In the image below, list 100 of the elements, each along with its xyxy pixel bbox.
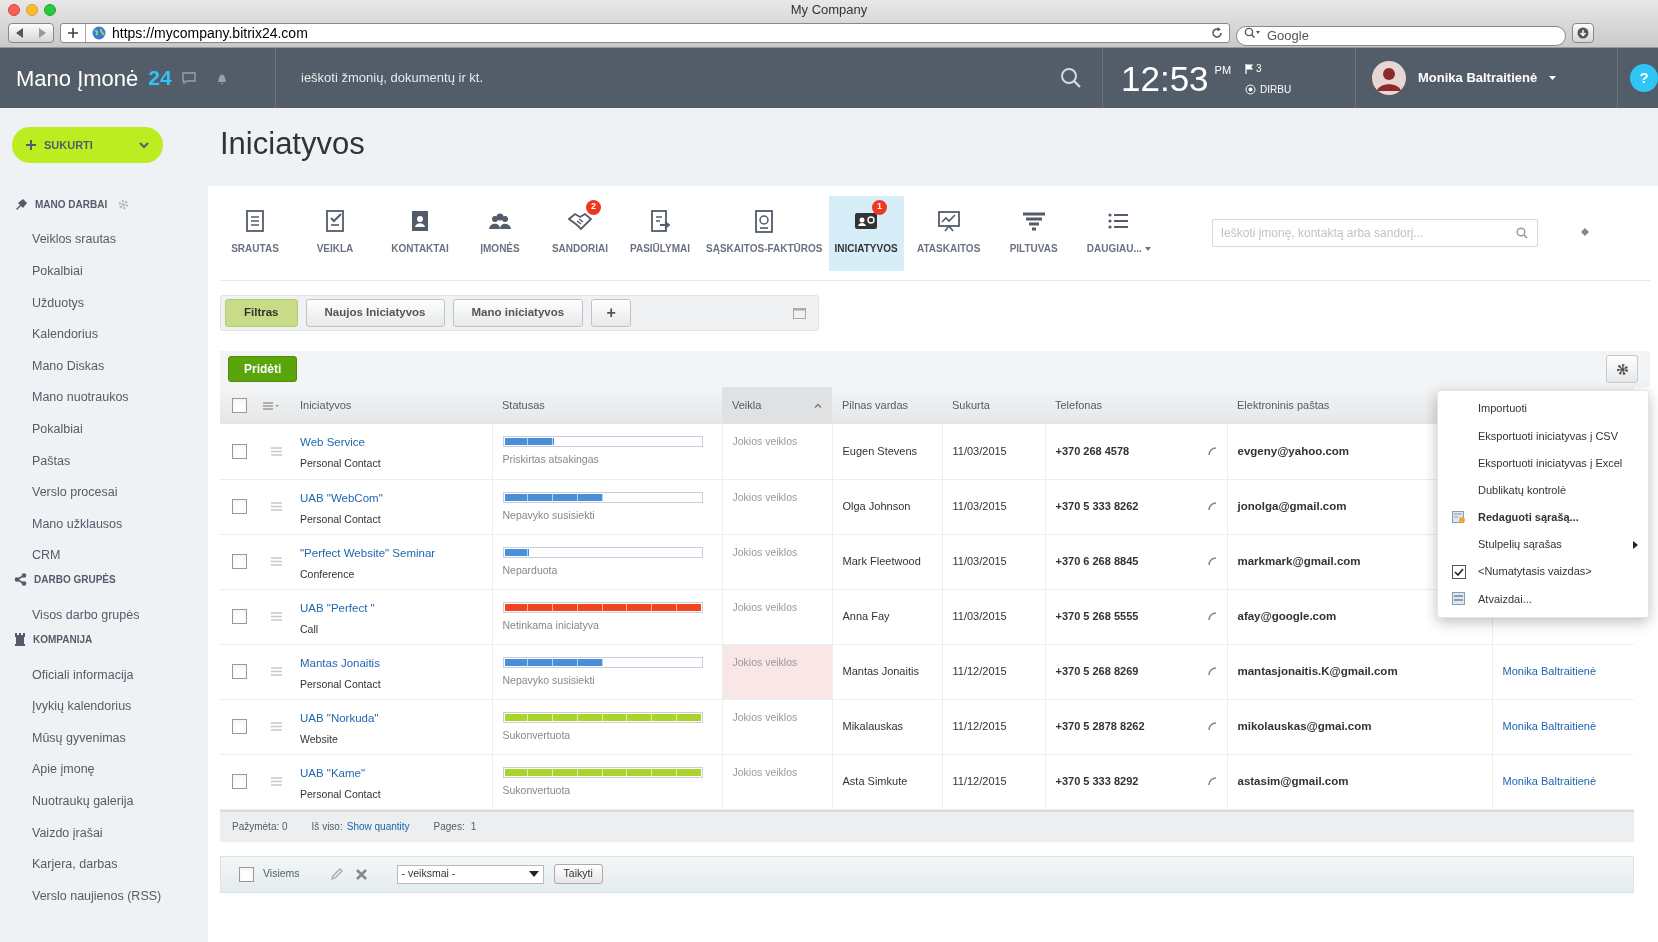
sidebar-item[interactable]: Veiklos srautas — [0, 224, 208, 256]
sidebar-item[interactable]: Kalendorius — [0, 318, 208, 351]
column-header[interactable]: Veikla — [722, 387, 832, 424]
crm-tab[interactable]: DAUGIAU... — [1073, 195, 1164, 271]
sidebar-item[interactable]: Mūsų gyvenimas — [0, 722, 208, 754]
reload-icon[interactable] — [1211, 27, 1223, 39]
crm-tab[interactable]: KONTAKTAI — [380, 195, 460, 271]
email-address[interactable]: jonolga@gmail.com — [1237, 499, 1347, 512]
filter-tab[interactable]: Mano iniciatyvos — [452, 299, 584, 327]
row-menu-icon[interactable] — [271, 612, 282, 621]
status-progress-bar[interactable] — [502, 656, 703, 668]
sidebar-item[interactable]: Užduotys — [0, 287, 208, 319]
sidebar-section-title[interactable]: KOMPANIJA — [33, 631, 93, 647]
menu-item[interactable]: Eksportuoti iniciatyvas į Excel — [1438, 449, 1648, 477]
row-menu-icon[interactable] — [271, 722, 282, 731]
download-button[interactable] — [1572, 23, 1594, 43]
crm-tab[interactable]: PILTUVAS — [993, 195, 1074, 271]
sidebar-item[interactable]: Visos darbo grupės — [0, 599, 208, 632]
crm-tab[interactable]: ATASKAITOS — [903, 195, 994, 271]
sidebar-item[interactable]: Mano Diskas — [0, 350, 208, 382]
lead-title-link[interactable]: Web Service — [300, 434, 482, 452]
close-window-icon[interactable] — [8, 4, 20, 16]
caret-icon[interactable] — [1549, 76, 1557, 80]
responsible-link[interactable]: Monika Baltraitienė — [1502, 665, 1597, 678]
work-status[interactable]: DIRBU — [1260, 82, 1292, 97]
crm-search-field[interactable]: Ieškoti įmonę, kontaktą arba sandorį... — [1211, 219, 1538, 247]
column-header[interactable]: Iniciatyvos — [290, 387, 492, 424]
crm-tab[interactable]: PASIŪLYMAI — [620, 195, 700, 271]
checkbox[interactable] — [1452, 564, 1466, 579]
window-icon[interactable] — [793, 307, 806, 319]
filter-tab[interactable]: Naujos Iniciatyvos — [305, 299, 445, 327]
sidebar-item[interactable]: Pokalbiai — [0, 413, 208, 446]
phone-icon[interactable] — [1207, 667, 1217, 676]
checkbox[interactable] — [232, 398, 247, 413]
row-menu-icon[interactable] — [271, 557, 282, 566]
row-menu-icon[interactable] — [271, 502, 282, 511]
checkbox[interactable] — [239, 866, 254, 882]
menu-item[interactable]: Eksportuoti iniciatyvas į CSV — [1438, 422, 1648, 450]
sidebar-section-title[interactable]: DARBO GRUPĖS — [34, 572, 116, 588]
sidebar-section-title[interactable]: MANO DARBAI — [35, 196, 108, 212]
sidebar-item[interactable]: Pokalbiai — [0, 255, 208, 288]
phone-icon[interactable] — [1207, 557, 1217, 566]
delete-icon[interactable] — [355, 868, 367, 880]
menu-item[interactable]: <Numatytasis vaizdas> — [1438, 558, 1648, 586]
filter-tab[interactable]: Filtras — [225, 299, 298, 327]
settings-button[interactable] — [1606, 355, 1638, 383]
checkbox[interactable] — [232, 609, 247, 624]
phone-icon[interactable] — [1207, 446, 1217, 456]
lead-title-link[interactable]: UAB "Kame" — [300, 764, 482, 782]
email-address[interactable]: markmark@gmail.com — [1237, 554, 1361, 567]
column-header[interactable]: Sukurta — [942, 387, 1045, 424]
column-header[interactable]: Pilnas vardas — [832, 387, 942, 424]
sidebar-item[interactable]: Karjera, darbas — [0, 848, 208, 881]
email-address[interactable]: evgeny@yahoo.com — [1237, 444, 1350, 457]
sidebar-item[interactable]: Paštas — [0, 445, 208, 477]
menu-item[interactable]: Redaguoti sąrašą... — [1438, 503, 1648, 531]
settings-icon[interactable] — [118, 198, 130, 210]
status-progress-bar[interactable] — [502, 436, 703, 447]
sidebar-item[interactable]: Mano nuotraukos — [0, 381, 208, 414]
menu-item[interactable]: Atvaizdai... — [1438, 585, 1648, 613]
email-address[interactable]: mikolauskas@gmai.com — [1237, 719, 1372, 732]
sidebar-item[interactable]: Mano užklausos — [0, 508, 208, 540]
status-progress-bar[interactable] — [502, 491, 703, 503]
column-header[interactable]: Statusas — [492, 387, 722, 424]
sidebar-item[interactable]: Verslo procesai — [0, 476, 208, 509]
email-address[interactable]: astasim@gmail.com — [1237, 774, 1349, 787]
user-avatar[interactable] — [1372, 61, 1406, 95]
show-quantity-link[interactable]: Show quantity — [346, 819, 410, 834]
sidebar-item[interactable]: Apie įmonę — [0, 753, 208, 786]
add-filter-button[interactable]: + — [591, 299, 632, 327]
lead-title-link[interactable]: UAB "WebCom" — [300, 489, 482, 507]
crm-tab[interactable]: ĮMONĖS — [460, 195, 540, 271]
checkbox[interactable] — [232, 499, 247, 514]
back-forward-buttons[interactable] — [8, 23, 54, 43]
email-address[interactable]: mantasjonaitis.K@gmail.com — [1237, 664, 1398, 677]
status-progress-bar[interactable] — [502, 546, 703, 558]
responsible-link[interactable]: Monika Baltraitienė — [1502, 720, 1597, 733]
row-menu-icon[interactable] — [271, 446, 282, 456]
apply-button[interactable]: Taikyti — [553, 864, 603, 884]
column-menu-icon[interactable] — [263, 401, 279, 410]
search-icon[interactable] — [1060, 67, 1082, 89]
sidebar-item[interactable]: Vaizdo įrašai — [0, 817, 208, 849]
phone-icon[interactable] — [1207, 502, 1217, 511]
url-field[interactable]: https://mycompany.bitrix24.com — [60, 23, 1230, 43]
phone-icon[interactable] — [1207, 777, 1217, 786]
checkbox[interactable] — [232, 443, 247, 459]
zoom-window-icon[interactable] — [44, 4, 56, 16]
create-button[interactable]: SUKURTI — [12, 127, 163, 163]
crm-tab[interactable]: INICIATYVOS 1 — [828, 195, 904, 271]
phone-icon[interactable] — [1207, 612, 1217, 621]
sidebar-item[interactable]: CRM — [0, 539, 208, 572]
checkbox[interactable] — [232, 554, 247, 569]
lead-title-link[interactable]: Mantas Jonaitis — [300, 654, 482, 672]
pencil-icon[interactable] — [329, 867, 344, 881]
menu-item[interactable]: Importuoti — [1438, 395, 1648, 423]
phone-icon[interactable] — [1207, 722, 1217, 731]
sidebar-item[interactable]: Nuotraukų galerija — [0, 785, 208, 818]
lead-title-link[interactable]: UAB "Perfect " — [300, 599, 482, 617]
menu-item[interactable]: Dublikatų kontrolė — [1438, 476, 1648, 504]
column-header[interactable]: Telefonas — [1045, 387, 1227, 424]
